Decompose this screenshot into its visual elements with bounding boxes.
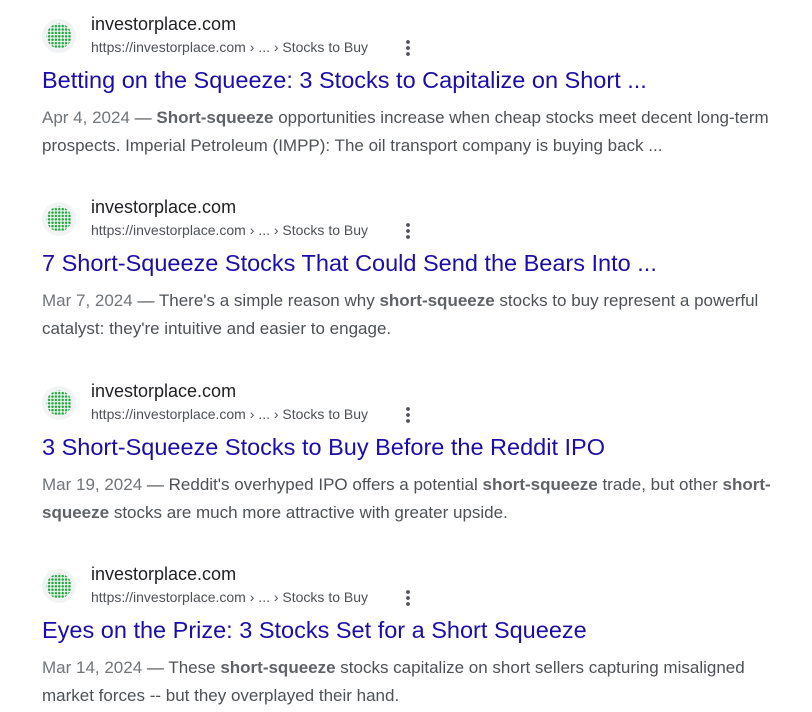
result-date: Mar 19, 2024: [42, 475, 143, 494]
breadcrumb-path: › ... › Stocks to Buy: [245, 39, 369, 55]
snippet-text: trade, but other: [597, 475, 723, 494]
result-source[interactable]: investorplace.com https://investorplace.…: [42, 196, 802, 240]
result-title-link[interactable]: Betting on the Squeeze: 3 Stocks to Capi…: [42, 67, 647, 94]
breadcrumb-path: › ... › Stocks to Buy: [245, 222, 369, 238]
result-url: https://investorplace.com: [91, 589, 246, 605]
snippet-highlight: short-squeeze: [220, 658, 336, 677]
site-name: investorplace.com: [91, 381, 237, 401]
search-result: investorplace.com https://investorplace.…: [42, 563, 802, 705]
result-date: Apr 4, 2024: [42, 108, 130, 127]
breadcrumb-path: › ... › Stocks to Buy: [245, 589, 369, 605]
result-title-link[interactable]: Eyes on the Prize: 3 Stocks Set for a Sh…: [42, 617, 587, 644]
snippet-highlight: short-squeeze: [379, 291, 495, 310]
snippet-text: stocks are much more attractive with gre…: [109, 503, 508, 522]
date-separator: —: [129, 108, 157, 127]
url-breadcrumb: https://investorplace.com › ... › Stocks…: [91, 222, 368, 238]
site-name: investorplace.com: [91, 14, 237, 34]
more-options-icon[interactable]: [400, 587, 416, 609]
snippet-text: There's a simple reason why: [158, 291, 380, 310]
url-breadcrumb: https://investorplace.com › ... › Stocks…: [91, 39, 368, 55]
snippet-text: Reddit's overhyped IPO offers a potentia…: [168, 475, 483, 494]
result-url: https://investorplace.com: [91, 222, 246, 238]
snippet-highlight: Short-squeeze: [156, 108, 274, 127]
result-url: https://investorplace.com: [91, 406, 246, 422]
result-source[interactable]: investorplace.com https://investorplace.…: [42, 380, 802, 424]
more-options-icon[interactable]: [400, 37, 416, 59]
search-result: investorplace.com https://investorplace.…: [42, 380, 802, 522]
more-options-icon[interactable]: [400, 220, 416, 242]
result-title-link[interactable]: 7 Short-Squeeze Stocks That Could Send t…: [42, 250, 657, 277]
result-snippet: Mar 14, 2024 — These short-squeeze stock…: [42, 654, 784, 710]
result-source[interactable]: investorplace.com https://investorplace.…: [42, 563, 802, 607]
url-breadcrumb: https://investorplace.com › ... › Stocks…: [91, 406, 368, 422]
investorplace-globe-icon: [42, 386, 76, 420]
result-source[interactable]: investorplace.com https://investorplace.…: [42, 13, 802, 57]
snippet-text: These: [168, 658, 221, 677]
more-options-icon[interactable]: [400, 404, 416, 426]
investorplace-globe-icon: [42, 19, 76, 53]
breadcrumb-path: › ... › Stocks to Buy: [245, 406, 369, 422]
search-result: investorplace.com https://investorplace.…: [42, 196, 802, 338]
result-title-link[interactable]: 3 Short-Squeeze Stocks to Buy Before the…: [42, 434, 605, 461]
site-name: investorplace.com: [91, 197, 237, 217]
date-separator: —: [132, 291, 159, 310]
url-breadcrumb: https://investorplace.com › ... › Stocks…: [91, 589, 368, 605]
result-date: Mar 14, 2024: [42, 658, 143, 677]
date-separator: —: [142, 475, 169, 494]
result-date: Mar 7, 2024: [42, 291, 133, 310]
site-name: investorplace.com: [91, 564, 237, 584]
result-snippet: Apr 4, 2024 — Short-squeeze opportunitie…: [42, 104, 784, 160]
result-snippet: Mar 19, 2024 — Reddit's overhyped IPO of…: [42, 471, 784, 527]
investorplace-globe-icon: [42, 202, 76, 236]
result-snippet: Mar 7, 2024 — There's a simple reason wh…: [42, 287, 784, 343]
search-result: investorplace.com https://investorplace.…: [42, 13, 802, 155]
snippet-highlight: short-squeeze: [482, 475, 598, 494]
investorplace-globe-icon: [42, 569, 76, 603]
result-url: https://investorplace.com: [91, 39, 246, 55]
date-separator: —: [142, 658, 169, 677]
